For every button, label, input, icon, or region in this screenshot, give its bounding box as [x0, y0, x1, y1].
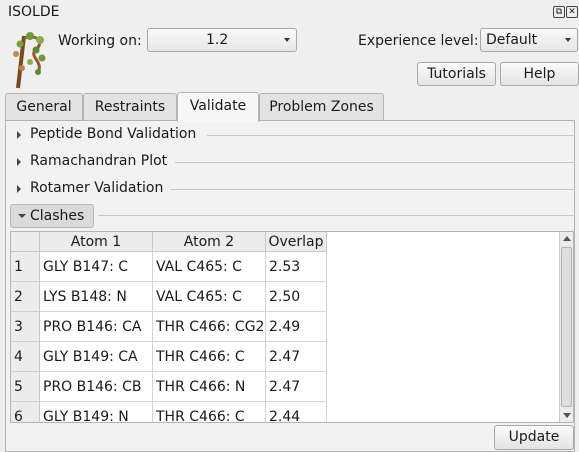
tab-restraints[interactable]: Restraints: [83, 93, 177, 120]
row-header[interactable]: 6: [11, 402, 40, 422]
divider: [207, 135, 575, 136]
vertical-scrollbar[interactable]: [559, 232, 573, 422]
table-cell-overlap[interactable]: 2.49: [266, 312, 327, 342]
tab-general[interactable]: General: [5, 93, 83, 120]
chevron-right-icon: [17, 131, 21, 139]
table-cell-atom1[interactable]: GLY B149: CA: [40, 342, 153, 372]
section-label: Rotamer Validation: [30, 180, 164, 196]
column-header-atom1[interactable]: Atom 1: [40, 232, 153, 252]
section-label: Clashes: [30, 208, 85, 224]
row-header[interactable]: 2: [11, 282, 40, 312]
working-on-select[interactable]: 1.2: [147, 28, 297, 52]
chevron-down-icon: [284, 38, 290, 42]
table-cell-atom1[interactable]: GLY B149: N: [40, 402, 153, 422]
table-cell-atom1[interactable]: GLY B147: C: [40, 252, 153, 282]
table-cell-overlap[interactable]: 2.44: [266, 402, 327, 422]
working-on-value: 1.2: [206, 32, 229, 48]
help-button[interactable]: Help: [500, 62, 579, 86]
chevron-right-icon: [17, 158, 21, 166]
row-header[interactable]: 1: [11, 252, 40, 282]
float-icon[interactable]: ⧉: [553, 6, 565, 18]
table-cell-overlap[interactable]: 2.47: [266, 342, 327, 372]
section-peptide-bond-validation[interactable]: Peptide Bond Validation: [17, 125, 575, 145]
section-ramachandran-plot[interactable]: Ramachandran Plot: [17, 152, 575, 172]
table-cell-atom2[interactable]: THR C466: N: [153, 372, 266, 402]
divider: [171, 189, 575, 190]
table-cell-atom2[interactable]: VAL C465: C: [153, 282, 266, 312]
section-rotamer-validation[interactable]: Rotamer Validation: [17, 179, 575, 199]
scrollbar-thumb[interactable]: [561, 247, 572, 407]
section-label: Ramachandran Plot: [30, 153, 168, 169]
clashes-table[interactable]: Atom 1 Atom 2 Overlap 1 GLY B147: C VAL C4…: [10, 231, 574, 423]
chevron-right-icon: [17, 185, 21, 193]
chevron-down-icon: [565, 38, 571, 42]
row-header[interactable]: 5: [11, 372, 40, 402]
row-header[interactable]: 4: [11, 342, 40, 372]
experience-level-select[interactable]: Default: [480, 28, 578, 52]
table-cell-atom1[interactable]: LYS B148: N: [40, 282, 153, 312]
table-cell-overlap[interactable]: 2.47: [266, 372, 327, 402]
experience-level-value: Default: [486, 32, 538, 48]
table-cell-atom2[interactable]: THR C466: C: [153, 402, 266, 422]
tab-validate[interactable]: Validate: [177, 92, 259, 122]
divider: [98, 215, 575, 216]
title-bar: [0, 0, 579, 24]
table-cell-atom2[interactable]: VAL C465: C: [153, 252, 266, 282]
scroll-down-icon[interactable]: [563, 413, 571, 418]
isolde-logo: [13, 32, 46, 89]
table-corner: [11, 232, 40, 252]
table-cell-atom2[interactable]: THR C466: C: [153, 342, 266, 372]
window-title: ISOLDE: [8, 4, 60, 20]
chevron-down-icon: [18, 214, 26, 218]
table-cell-atom1[interactable]: PRO B146: CA: [40, 312, 153, 342]
close-icon[interactable]: ✕: [566, 6, 578, 18]
update-button[interactable]: Update: [494, 425, 574, 450]
table-cell-overlap[interactable]: 2.53: [266, 252, 327, 282]
column-header-overlap[interactable]: Overlap: [266, 232, 327, 252]
tutorials-button[interactable]: Tutorials: [417, 62, 496, 86]
table-cell-overlap[interactable]: 2.50: [266, 282, 327, 312]
row-header[interactable]: 3: [11, 312, 40, 342]
tab-problem-zones[interactable]: Problem Zones: [259, 93, 384, 120]
section-label: Peptide Bond Validation: [30, 126, 197, 142]
table-cell-atom1[interactable]: PRO B146: CB: [40, 372, 153, 402]
scroll-up-icon[interactable]: [563, 236, 571, 241]
section-clashes[interactable]: Clashes: [10, 204, 94, 228]
column-header-atom2[interactable]: Atom 2: [153, 232, 266, 252]
experience-level-label: Experience level:: [358, 33, 479, 49]
working-on-label: Working on:: [58, 33, 142, 49]
table-cell-atom2[interactable]: THR C466: CG2: [153, 312, 266, 342]
divider: [175, 162, 575, 163]
